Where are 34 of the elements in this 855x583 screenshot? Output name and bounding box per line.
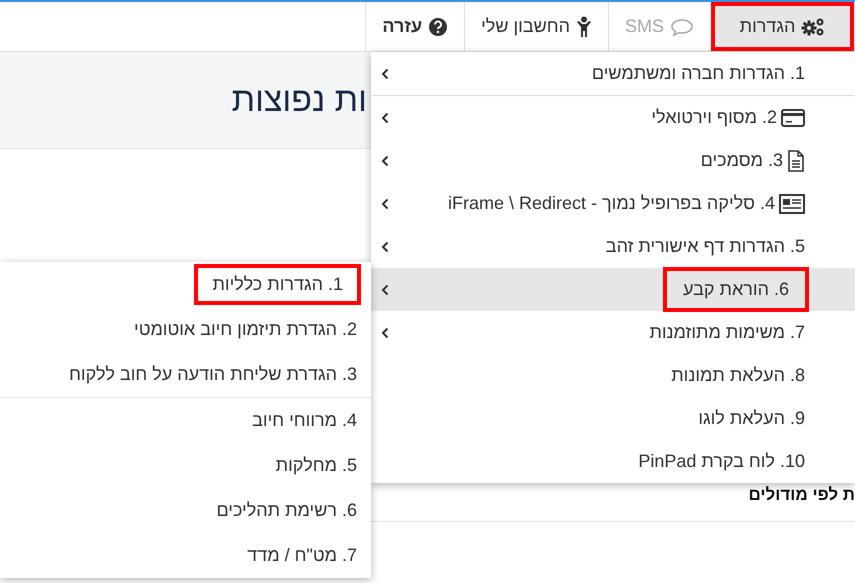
submenu-item[interactable]: 3. הגדרת שליחת הודעה על חוב ללקוח <box>0 352 371 398</box>
chevron-icon <box>381 284 389 296</box>
menu-item[interactable]: 5. הגדרות דף אישורית זהב <box>371 225 855 268</box>
help-icon <box>428 16 448 36</box>
chevron-icon <box>381 68 389 80</box>
menu-item[interactable]: 4. סליקה בפרופיל נמוך - iFrame \ Redirect <box>371 182 855 225</box>
menu-item[interactable]: 6. הוראת קבע <box>371 268 855 311</box>
menu-item[interactable]: 8. העלאת תמונות <box>371 354 855 397</box>
submenu-item[interactable]: 1. הגדרות כלליות <box>0 262 371 307</box>
document-icon <box>787 150 805 172</box>
submenu-item[interactable]: 2. הגדרת תיזמון חיוב אוטומטי <box>0 307 371 352</box>
chevron-icon <box>381 326 389 338</box>
nav-tab[interactable]: עזרה <box>365 2 464 51</box>
submenu-item[interactable]: 7. מט"ח / מדד <box>0 533 371 578</box>
nav-tab[interactable]: הגדרות <box>714 5 851 48</box>
submenu-item[interactable]: 4. מרווחי חיוב <box>0 398 371 443</box>
menu-item[interactable]: 1. הגדרות חברה ומשתמשים <box>371 52 855 96</box>
credit-card-icon <box>781 108 805 126</box>
menu-item[interactable]: 2. מסוף וירטואלי <box>371 96 855 139</box>
chevron-icon <box>381 240 389 252</box>
gears-icon <box>801 16 826 36</box>
speech-bubble-icon <box>670 16 694 36</box>
chevron-icon <box>381 198 389 210</box>
chevron-icon <box>381 112 389 124</box>
chevron-icon <box>381 154 389 166</box>
nav-tab[interactable]: החשבון שלי <box>464 2 608 51</box>
person-icon <box>576 16 592 38</box>
menu-item[interactable]: 10. לוח בקרת PinPad <box>371 440 855 483</box>
menu-item[interactable]: 9. העלאת לוגו <box>371 397 855 440</box>
menu-item[interactable]: 3. מסמכים <box>371 139 855 182</box>
newspaper-icon <box>779 194 805 214</box>
page-title: ות נפוצות <box>232 80 367 120</box>
menu-item[interactable]: 7. משימות מתוזמנות <box>371 311 855 354</box>
submenu-item[interactable]: 5. מחלקות <box>0 443 371 488</box>
